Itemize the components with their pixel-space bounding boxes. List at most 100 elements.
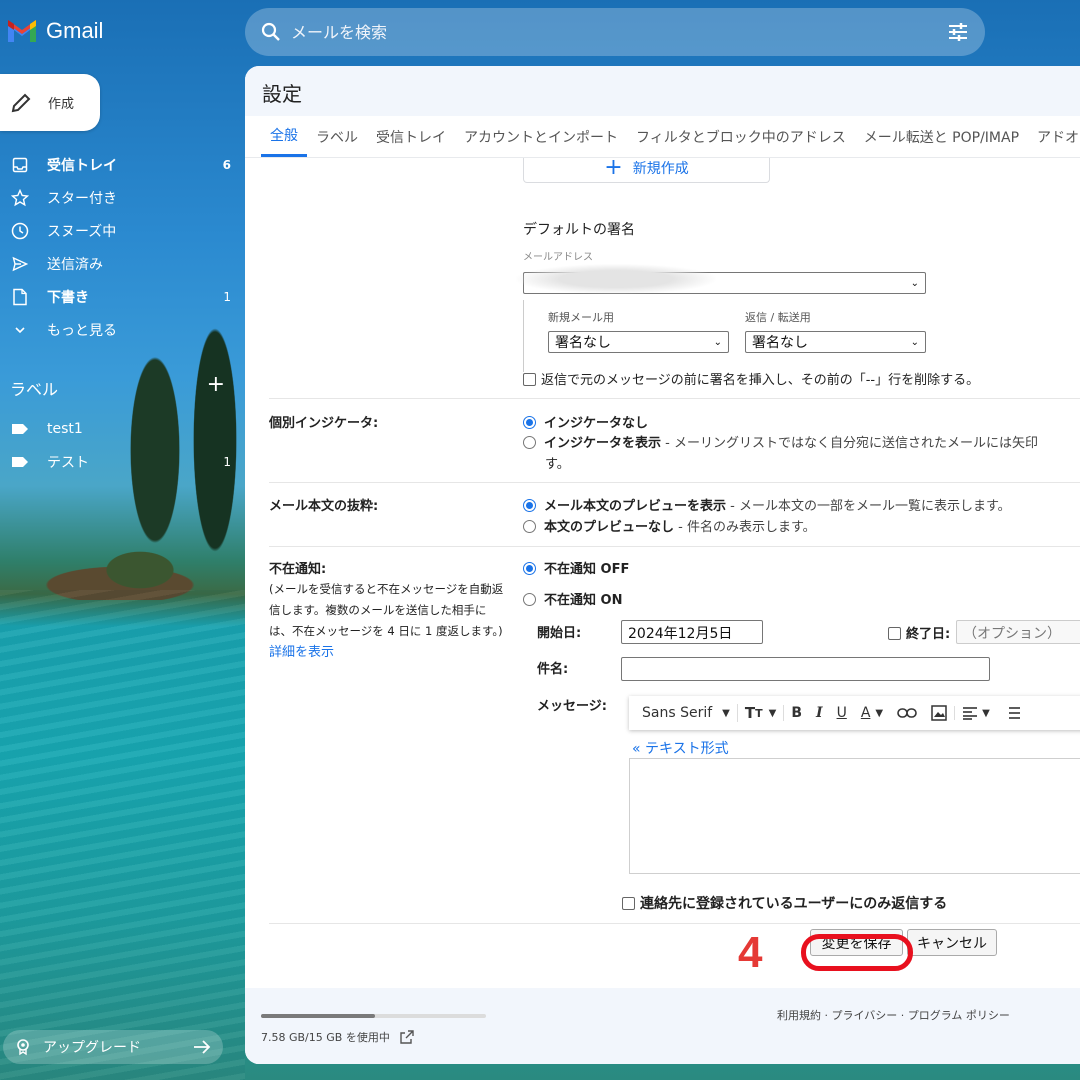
indicator-show-desc-cont: す。: [545, 457, 570, 472]
vacation-on-radio[interactable]: [523, 593, 536, 606]
snippet-show-radio[interactable]: [523, 499, 536, 512]
sidebar-item-starred[interactable]: スター付き: [0, 181, 235, 214]
caret-down-icon: ▼: [722, 707, 730, 719]
subject-input[interactable]: [621, 657, 990, 681]
vacation-off-radio[interactable]: [523, 562, 536, 575]
page-title: 設定: [245, 66, 1080, 116]
indicator-show-radio[interactable]: [523, 436, 536, 449]
contacts-only-checkbox[interactable]: [622, 897, 635, 910]
numbered-list-button[interactable]: [997, 706, 1027, 720]
step-number-annotation: 4: [738, 928, 763, 977]
end-date-input[interactable]: （オプション）: [956, 620, 1080, 644]
tab-labels[interactable]: ラベル: [307, 116, 367, 157]
sidebar-label-test-jp[interactable]: テスト 1: [0, 445, 235, 478]
sidebar-item-sent[interactable]: 送信済み: [0, 247, 235, 280]
text-color-button[interactable]: A ▼: [854, 705, 890, 721]
start-date-input[interactable]: 2024年12月5日: [621, 620, 763, 644]
contacts-only-option[interactable]: 連絡先に登録されているユーザーにのみ返信する: [622, 893, 947, 913]
tab-general[interactable]: 全般: [261, 116, 307, 157]
cancel-button[interactable]: キャンセル: [907, 929, 997, 956]
sidebar-item-inbox[interactable]: 受信トレイ 6: [0, 148, 235, 181]
message-editor[interactable]: [629, 758, 1080, 874]
search-bar[interactable]: [245, 8, 985, 56]
tab-accounts[interactable]: アカウントとインポート: [455, 116, 627, 157]
reply-signature-select[interactable]: 署名なし ⌄: [745, 331, 926, 353]
sidebar-item-drafts[interactable]: 下書き 1: [0, 280, 235, 313]
label-name: test1: [47, 420, 83, 437]
italic-button[interactable]: I: [809, 705, 830, 721]
sidebar-label-test1[interactable]: test1: [0, 412, 235, 445]
sidebar-item-label: 送信済み: [47, 256, 103, 273]
indicator-show-label: インジケータを表示: [544, 436, 662, 451]
star-icon: [10, 188, 30, 208]
vacation-desc-line: (メールを受信すると不在メッセージを自動返: [269, 582, 504, 596]
align-button[interactable]: ▼: [954, 706, 997, 720]
default-signature-heading: デフォルトの署名: [523, 222, 635, 238]
insert-signature-label: 返信で元のメッセージの前に署名を挿入し、その前の「--」行を削除する。: [541, 373, 980, 388]
underline-button[interactable]: U: [830, 705, 854, 721]
email-address-select[interactable]: ⌄: [516, 264, 926, 294]
reply-signature-value: 署名なし: [752, 335, 808, 351]
font-size-button[interactable]: T T ▼: [736, 704, 783, 722]
tab-addons[interactable]: アドオ: [1028, 116, 1080, 157]
image-button[interactable]: [924, 705, 954, 721]
storage-info: 7.58 GB/15 GB を使用中: [261, 1029, 414, 1045]
new-signature-button[interactable]: + 新規作成: [523, 158, 770, 183]
add-label-button[interactable]: +: [207, 374, 225, 400]
section-divider: [269, 923, 1080, 924]
learn-more-link[interactable]: 詳細を表示: [269, 642, 503, 663]
vacation-on-label: 不在通知 ON: [544, 593, 623, 608]
text-size-icon: T: [744, 704, 756, 722]
tab-inbox[interactable]: 受信トレイ: [367, 116, 455, 157]
vacation-desc-line: は、不在メッセージを 4 日に 1 度返します。): [269, 624, 503, 638]
settings-panel: 設定 全般 ラベル 受信トレイ アカウントとインポート フィルタとブロック中のア…: [245, 66, 1080, 1064]
snippet-show-option[interactable]: メール本文のプレビューを表示 - メール本文の一部をメール一覧に表示します。: [523, 495, 1011, 514]
plain-text-link[interactable]: « テキスト形式: [632, 738, 729, 758]
end-date-checkbox[interactable]: [888, 627, 901, 640]
chevron-down-icon: [10, 320, 30, 340]
new-mail-signature-value: 署名なし: [555, 335, 611, 351]
indicator-show-desc: - メーリングリストではなく自分宛に送信されたメールには矢印: [661, 436, 1038, 451]
gmail-logo[interactable]: Gmail: [6, 18, 103, 44]
upgrade-button[interactable]: アップグレード: [3, 1030, 223, 1064]
sidebar-item-label: もっと見る: [47, 322, 117, 339]
link-button[interactable]: [890, 707, 924, 719]
storage-usage: 7.58 GB/15 GB を使用中: [261, 1031, 390, 1044]
search-input[interactable]: [291, 22, 947, 42]
snippet-none-radio[interactable]: [523, 520, 536, 533]
end-date-option[interactable]: 終了日:: [888, 623, 950, 642]
caret-down-icon: ▼: [875, 707, 884, 719]
compose-button[interactable]: 作成: [0, 74, 100, 131]
insert-signature-option[interactable]: 返信で元のメッセージの前に署名を挿入し、その前の「--」行を削除する。: [523, 369, 979, 388]
label-icon: [10, 419, 30, 439]
vacation-off-option[interactable]: 不在通知 OFF: [523, 558, 629, 577]
indicator-none-label: インジケータなし: [544, 416, 649, 431]
font-family-select[interactable]: Sans Serif ▼: [635, 705, 737, 721]
pencil-icon: [11, 93, 31, 112]
section-divider: [269, 546, 1080, 547]
search-icon[interactable]: [261, 22, 281, 42]
tab-filters[interactable]: フィルタとブロック中のアドレス: [627, 116, 855, 157]
new-mail-signature-select[interactable]: 署名なし ⌄: [548, 331, 729, 353]
plus-icon: +: [604, 158, 623, 180]
italic-icon: I: [816, 705, 823, 721]
tab-forwarding[interactable]: メール転送と POP/IMAP: [855, 116, 1028, 157]
email-address-label: メールアドレス: [523, 252, 593, 263]
vacation-on-option[interactable]: 不在通知 ON: [523, 589, 622, 608]
external-link-icon[interactable]: [400, 1030, 414, 1044]
indicator-show-option[interactable]: インジケータを表示 - メーリングリストではなく自分宛に送信されたメールには矢印: [523, 432, 1038, 451]
arrow-right-icon: [194, 1040, 211, 1054]
clock-icon: [10, 221, 30, 241]
search-options-icon[interactable]: [947, 21, 969, 43]
sidebar-item-more[interactable]: もっと見る: [0, 313, 235, 346]
bold-button[interactable]: B: [783, 705, 809, 721]
text-color-icon: A: [860, 705, 871, 721]
indicator-none-radio[interactable]: [523, 416, 536, 429]
indicator-none-option[interactable]: インジケータなし: [523, 412, 648, 431]
footer-links[interactable]: 利用規約 · プライバシー · プログラム ポリシー: [777, 1007, 1010, 1023]
end-date-label: 終了日:: [906, 627, 951, 642]
insert-signature-checkbox[interactable]: [523, 373, 536, 386]
labels-header: ラベル +: [10, 374, 225, 400]
snippet-none-option[interactable]: 本文のプレビューなし - 件名のみ表示します。: [523, 516, 816, 535]
sidebar-item-snoozed[interactable]: スヌーズ中: [0, 214, 235, 247]
